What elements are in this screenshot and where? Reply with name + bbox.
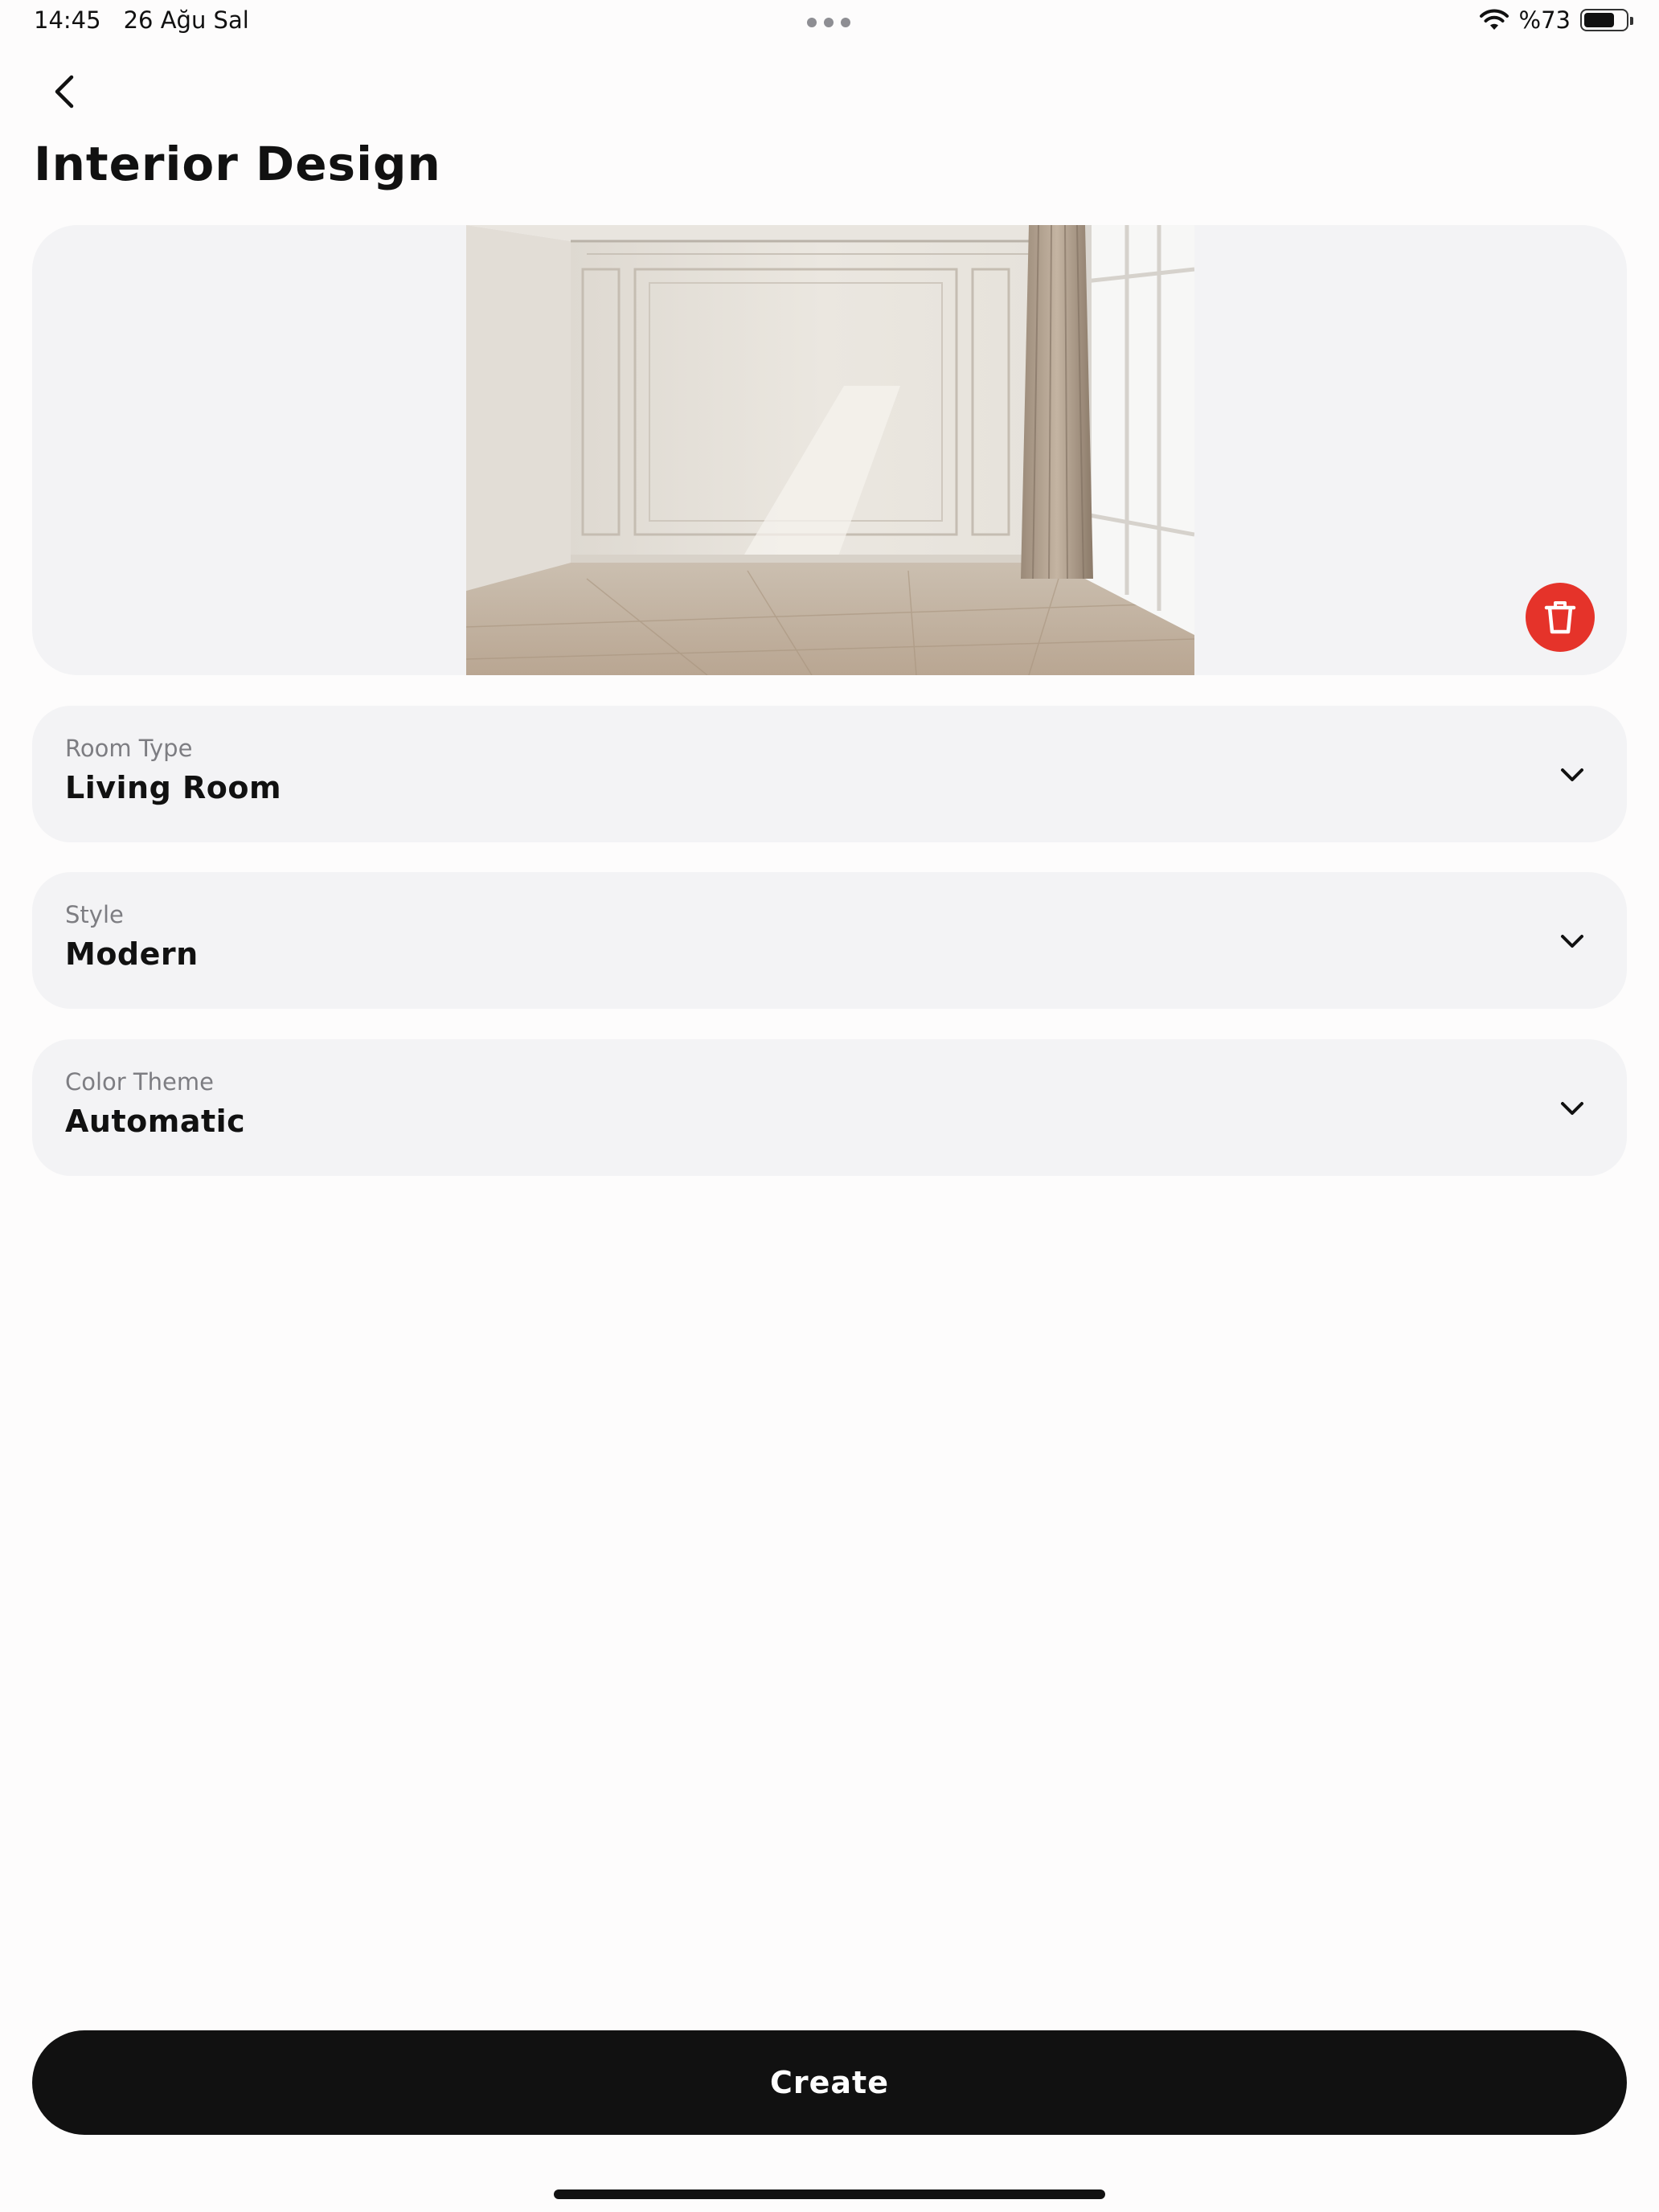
page-title: Interior Design: [34, 137, 441, 191]
multitasking-dots-icon[interactable]: [807, 18, 850, 27]
status-time-date: 14:45 26 Ağu Sal: [34, 6, 249, 34]
color-theme-select[interactable]: Color Theme Automatic: [32, 1039, 1627, 1176]
chevron-down-icon: [1561, 768, 1583, 781]
interior-design-screen: 14:45 26 Ağu Sal %73 Interior Design Roo…: [0, 0, 1659, 2212]
create-button[interactable]: Create: [32, 2030, 1627, 2135]
status-indicators: %73: [1479, 6, 1633, 34]
color-theme-label: Color Theme: [65, 1068, 214, 1096]
chevron-left-icon: [55, 75, 74, 109]
delete-photo-button[interactable]: [1526, 583, 1595, 652]
room-photo: [466, 225, 1194, 675]
room-type-value: Living Room: [65, 770, 282, 805]
chevron-down-icon: [1561, 1102, 1583, 1115]
style-value: Modern: [65, 936, 199, 972]
status-time: 14:45: [34, 6, 101, 34]
room-type-label: Room Type: [65, 735, 193, 762]
home-indicator[interactable]: [554, 2189, 1105, 2199]
back-button[interactable]: [45, 69, 84, 114]
image-card: [32, 225, 1627, 675]
style-select[interactable]: Style Modern: [32, 872, 1627, 1009]
battery-icon: [1580, 9, 1633, 31]
chevron-down-icon: [1561, 935, 1583, 948]
color-theme-value: Automatic: [65, 1104, 246, 1139]
status-date: 26 Ağu Sal: [123, 6, 249, 34]
battery-percentage: %73: [1518, 6, 1571, 34]
room-type-select[interactable]: Room Type Living Room: [32, 706, 1627, 842]
trash-icon: [1544, 601, 1576, 634]
status-bar: 14:45 26 Ağu Sal %73: [0, 0, 1659, 45]
wifi-icon: [1479, 9, 1509, 30]
battery-fill: [1584, 13, 1614, 27]
style-label: Style: [65, 901, 124, 928]
